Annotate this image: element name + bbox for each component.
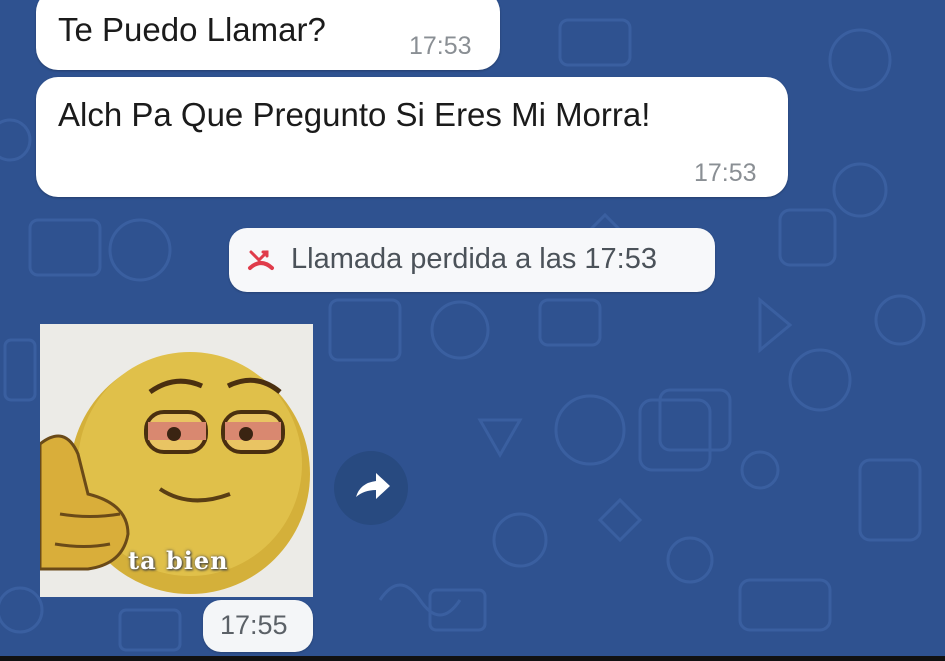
- message-timestamp: 17:53: [409, 32, 472, 60]
- missed-call-label: Llamada perdida a las 17:53: [291, 243, 657, 275]
- sticker-timestamp-pill: 17:55: [203, 600, 313, 652]
- message-text: Te Puedo Llamar?: [58, 11, 326, 48]
- forward-arrow-icon: [356, 473, 390, 499]
- forward-button[interactable]: [334, 451, 408, 525]
- message-text: Alch Pa Que Pregunto Si Eres Mi Morra!: [58, 96, 651, 133]
- message-timestamp: 17:53: [694, 159, 757, 187]
- bottom-edge: [0, 656, 945, 661]
- sticker-caption: ta bien: [128, 546, 229, 575]
- missed-call-notice[interactable]: Llamada perdida a las 17:53: [229, 228, 715, 292]
- sticker-timestamp: 17:55: [220, 610, 288, 640]
- message-bubble[interactable]: Alch Pa Que Pregunto Si Eres Mi Morra! 1…: [36, 77, 788, 197]
- sticker-image[interactable]: ta bien: [40, 324, 313, 597]
- message-bubble[interactable]: Te Puedo Llamar? 17:53: [36, 0, 500, 70]
- missed-call-icon: [248, 250, 274, 270]
